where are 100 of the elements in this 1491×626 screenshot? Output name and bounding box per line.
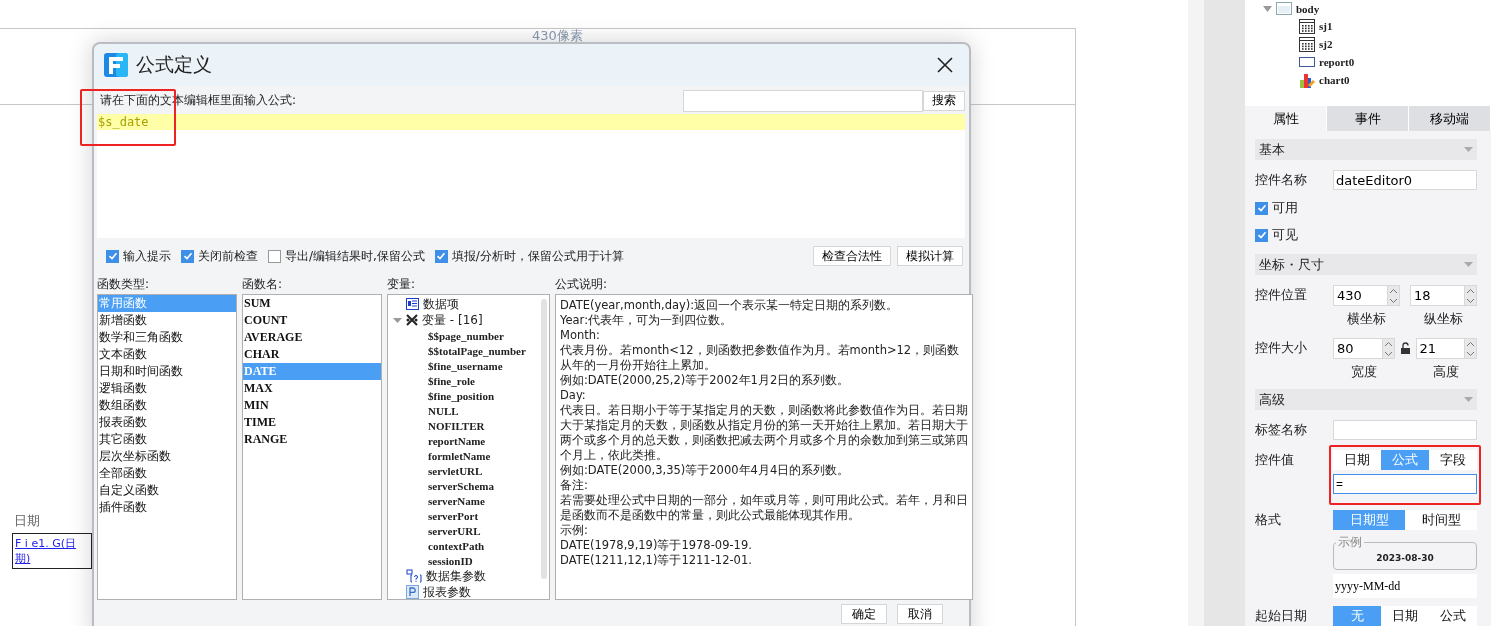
description-text: DATE(1978,9,19)等于1978-09-19.: [560, 538, 753, 553]
list-item[interactable]: CHAR: [243, 346, 381, 363]
dialog-button[interactable]: 确定: [841, 604, 887, 624]
list-item[interactable]: 数学和三角函数: [98, 329, 236, 346]
section-title: 坐标・尺寸: [1259, 255, 1324, 274]
list-item[interactable]: AVERAGE: [243, 329, 381, 346]
description-text: DATE(1211,12,1)等于1211-12-01.: [560, 553, 753, 568]
description-text: 若需要处理公式中日期的一部分，如年或月等，则可用此公式。若年，月和日是函数而不是函数中的常量，则此公式最能体现其作用。: [560, 493, 968, 523]
section-header[interactable]: 基本: [1255, 139, 1477, 160]
action-button[interactable]: 模拟计算: [897, 246, 963, 266]
tree-node[interactable]: sessionID: [428, 554, 473, 567]
list-item[interactable]: MIN: [243, 397, 381, 414]
list-item[interactable]: MAX: [243, 380, 381, 397]
tree-node[interactable]: sj2: [1319, 38, 1333, 50]
name-field[interactable]: dateEditor0: [1333, 170, 1477, 190]
field-caption: 宽度: [1350, 363, 1377, 381]
tree-node[interactable]: NULL: [428, 404, 459, 417]
checkbox-label: 填报/分析时，保留公式用于计算: [451, 247, 624, 265]
tree-node[interactable]: formletName: [428, 449, 491, 462]
format-field[interactable]: yyyy-MM-dd: [1333, 574, 1477, 598]
field-label: 控件名称: [1255, 171, 1308, 189]
tree-node[interactable]: $fine_role: [428, 374, 475, 387]
field-caption: 纵坐标: [1424, 310, 1463, 328]
tree-node[interactable]: $$page_number: [428, 329, 504, 342]
tree-node[interactable]: serverPort: [428, 509, 479, 522]
tree-node[interactable]: 数据集参数: [426, 567, 486, 585]
list-item[interactable]: 文本函数: [98, 346, 236, 363]
search-button[interactable]: 搜索: [923, 90, 965, 111]
list-item[interactable]: 插件函数: [98, 499, 236, 516]
tree-node[interactable]: servletURL: [428, 464, 483, 477]
example-legend: 示例: [1336, 534, 1364, 551]
list-item[interactable]: 全部函数: [98, 465, 236, 482]
dialog-button[interactable]: 取消: [897, 604, 943, 624]
tree-node[interactable]: chart0: [1319, 74, 1350, 86]
field-label: 控件值: [1255, 451, 1295, 469]
list-item[interactable]: RANGE: [243, 431, 381, 448]
description-text: 代表月份。若month<12，则函数把参数值作为月。若month>12，则函数从年的一月份开始往上累加。: [560, 343, 961, 373]
field-label: 起始日期: [1255, 607, 1308, 625]
widget-label: 日期: [13, 512, 41, 530]
tree-node[interactable]: body: [1296, 2, 1320, 15]
description-text: 代表日。若日期小于等于某指定月的天数，则函数将此参数值作为日。若日期大于某指定月的天数，则函数从指定月份的第一天开始往上累加。若日期大于两个或多个月的总天数，则函数把减去两个月或多个月的余数加到第三或第四个月上，依此类推。: [560, 403, 968, 463]
section-header[interactable]: 坐标・尺寸: [1255, 254, 1477, 275]
number-field[interactable]: 18: [1410, 285, 1464, 306]
tree-node[interactable]: $fine_username: [428, 359, 503, 372]
tab[interactable]: 事件: [1327, 106, 1409, 131]
description-text: Month:: [560, 328, 601, 343]
list-item[interactable]: 数组函数: [98, 397, 236, 414]
checkbox-label: 输入提示: [123, 247, 171, 265]
tree-node[interactable]: report0: [1319, 56, 1355, 68]
dialog-title: 公式定义: [136, 52, 213, 77]
tree-node[interactable]: contextPath: [428, 539, 485, 552]
tree-node[interactable]: reportName: [428, 434, 486, 447]
field-caption: 高度: [1433, 363, 1460, 381]
section-title: 高级: [1259, 390, 1285, 409]
number-field[interactable]: 80: [1333, 338, 1382, 359]
list-item[interactable]: 新增函数: [98, 312, 236, 329]
tab[interactable]: 移动端: [1409, 106, 1491, 131]
checkbox-label: 可用: [1272, 199, 1298, 217]
action-button[interactable]: 检查合法性: [813, 246, 891, 266]
formula-text: 期): [15, 551, 32, 566]
column-header: 变量:: [387, 276, 417, 293]
tree-node[interactable]: serverSchema: [428, 479, 494, 492]
tree-node[interactable]: 报表参数: [423, 583, 471, 599]
number-field[interactable]: 430: [1333, 285, 1387, 306]
widget-cell[interactable]: F i e1. G(日 期): [12, 533, 92, 569]
list-item[interactable]: 自定义函数: [98, 482, 236, 499]
tree-node[interactable]: serverURL: [428, 524, 481, 537]
tree-node[interactable]: 数据项: [423, 295, 459, 313]
tree-node[interactable]: serverName: [428, 494, 485, 507]
list-item[interactable]: SUM: [243, 295, 381, 312]
checkbox-label: 可见: [1272, 226, 1298, 244]
tree-node[interactable]: sj1: [1319, 20, 1333, 32]
list-item[interactable]: COUNT: [243, 312, 381, 329]
list-item[interactable]: TIME: [243, 414, 381, 431]
formula-text: F i e1. G(日: [15, 536, 77, 551]
description-text: Year:代表年，可为一到四位数。: [560, 313, 734, 328]
section-header[interactable]: 高级: [1255, 389, 1477, 410]
value-field[interactable]: =: [1333, 474, 1477, 494]
list-item[interactable]: 其它函数: [98, 431, 236, 448]
number-field[interactable]: 21: [1415, 338, 1464, 359]
checkbox-label: 导出/编辑结果时,保留公式: [285, 247, 425, 265]
list-item[interactable]: 逻辑函数: [98, 380, 236, 397]
tree-node[interactable]: $$totalPage_number: [428, 344, 526, 357]
tree-node[interactable]: NOFILTER: [428, 419, 485, 432]
column-header: 函数名:: [242, 276, 284, 293]
field-caption: 横坐标: [1347, 310, 1386, 328]
tree-node[interactable]: 变量 - [16]: [422, 311, 483, 329]
description-text: Day:: [560, 388, 587, 403]
example-value: 2023-08-30: [1376, 553, 1434, 563]
tree-node[interactable]: $fine_position: [428, 389, 494, 402]
list-item[interactable]: 报表函数: [98, 414, 236, 431]
description-text: DATE(year,month,day):返回一个表示某一特定日期的系列数。: [560, 298, 900, 313]
description-text: 例如:DATE(2000,25,2)等于2002年1月2日的系列数。: [560, 373, 851, 388]
list-item[interactable]: 日期和时间函数: [98, 363, 236, 380]
column-header: 公式说明:: [555, 276, 609, 293]
list-item[interactable]: 层次坐标函数: [98, 448, 236, 465]
column-header: 函数类型:: [97, 276, 151, 293]
field-label: 格式: [1255, 511, 1282, 529]
description-text: 例如:DATE(2000,3,35)等于2000年4月4日的系列数。: [560, 463, 851, 478]
field-label: 标签名称: [1255, 421, 1308, 439]
